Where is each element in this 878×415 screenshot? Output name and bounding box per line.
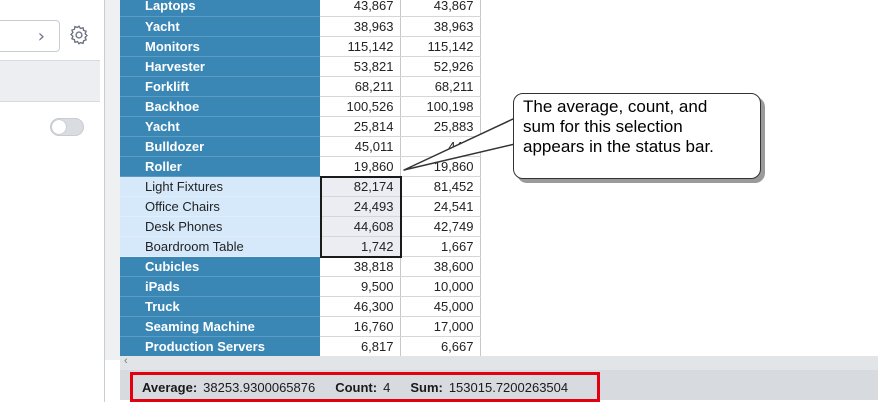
average-label: Average: xyxy=(142,379,198,395)
status-average: Average: 38253.9300065876 xyxy=(142,380,315,395)
value-cell-2[interactable]: 45,000 xyxy=(400,296,481,317)
value-cell-1[interactable]: 43,867 xyxy=(320,0,401,17)
toggle-knob xyxy=(52,120,66,134)
value-cell-1[interactable]: 46,300 xyxy=(320,296,401,317)
value-cell-1[interactable]: 24,493 xyxy=(320,196,401,217)
value-cell-1[interactable]: 19,860 xyxy=(320,156,401,177)
toggle-switch[interactable] xyxy=(50,118,84,136)
item-name-cell[interactable]: Backhoe xyxy=(120,96,320,117)
value-cell-2[interactable]: 38,600 xyxy=(400,256,481,277)
chevron-right-icon[interactable]: › xyxy=(38,26,45,47)
item-name-cell[interactable]: Bulldozer xyxy=(120,136,320,157)
callout-line-2: sum for this selection xyxy=(523,117,683,136)
value-cell-1[interactable]: 100,526 xyxy=(320,96,401,117)
count-value: 4 xyxy=(383,379,391,395)
item-name-cell[interactable]: Forklift xyxy=(120,76,320,97)
value-cell-2[interactable]: 38,963 xyxy=(400,16,481,37)
table-row[interactable]: Office Chairs 24,493 24,541 xyxy=(120,196,481,217)
value-cell-1[interactable]: 45,011 xyxy=(320,136,401,157)
table-row[interactable]: Seaming Machine 16,760 17,000 xyxy=(120,316,481,337)
table-row[interactable]: Backhoe 100,526 100,198 xyxy=(120,96,481,117)
item-name-cell[interactable]: Monitors xyxy=(120,36,320,57)
table-row[interactable]: Yacht 38,963 38,963 xyxy=(120,16,481,37)
value-cell-1[interactable]: 25,814 xyxy=(320,116,401,137)
table-row[interactable]: Light Fixtures 82,174 81,452 xyxy=(120,176,481,197)
value-cell-2[interactable]: 52,926 xyxy=(400,56,481,77)
item-name-cell[interactable]: Truck xyxy=(120,296,320,317)
value-cell-2[interactable]: 43,867 xyxy=(400,0,481,17)
side-panel-band xyxy=(0,60,100,102)
table-row[interactable]: Yacht 25,814 25,883 xyxy=(120,116,481,137)
value-cell-1[interactable]: 16,760 xyxy=(320,316,401,337)
gear-icon[interactable] xyxy=(68,24,90,46)
value-cell-2[interactable]: 19,860 xyxy=(400,156,481,177)
table-row[interactable]: Laptops 43,867 43,867 xyxy=(120,0,481,17)
value-cell-1[interactable]: 38,963 xyxy=(320,16,401,37)
value-cell-2[interactable]: 81,452 xyxy=(400,176,481,197)
item-name-cell[interactable]: Laptops xyxy=(120,0,320,17)
value-cell-1[interactable]: 115,142 xyxy=(320,36,401,57)
item-name-cell[interactable]: Desk Phones xyxy=(120,216,320,237)
table-row[interactable]: Forklift 68,211 68,211 xyxy=(120,76,481,97)
grid-body: Laptops 43,867 43,867 Yacht 38,963 38,963 Moni… xyxy=(120,0,481,357)
data-grid: Laptops 43,867 43,867 Yacht 38,963 38,963 Moni… xyxy=(120,0,481,357)
value-cell-1[interactable]: 44,608 xyxy=(320,216,401,237)
sum-value: 153015.7200263504 xyxy=(448,379,569,395)
value-cell-2[interactable]: 100,198 xyxy=(400,96,481,117)
value-cell-2[interactable]: 10,000 xyxy=(400,276,481,297)
table-row[interactable]: iPads 9,500 10,000 xyxy=(120,276,481,297)
side-panel: › xyxy=(0,0,105,415)
horizontal-scrollbar[interactable]: ‹ xyxy=(120,355,878,370)
value-cell-1[interactable]: 6,817 xyxy=(320,336,401,357)
item-name-cell[interactable]: Roller xyxy=(120,156,320,177)
table-row[interactable]: Harvester 53,821 52,926 xyxy=(120,56,481,77)
item-name-cell[interactable]: Production Servers xyxy=(120,336,320,357)
callout-line-3: appears in the status bar. xyxy=(523,137,714,156)
row-gutter xyxy=(105,0,120,360)
table-row[interactable]: Bulldozer 45,011 44,8 xyxy=(120,136,481,157)
status-sum: Sum: 153015.7200263504 xyxy=(410,380,568,395)
value-cell-2[interactable]: 115,142 xyxy=(400,36,481,57)
table-row[interactable]: Cubicles 38,818 38,600 xyxy=(120,256,481,277)
table-row[interactable]: Truck 46,300 45,000 xyxy=(120,296,481,317)
count-label: Count: xyxy=(335,379,378,395)
navigation-box[interactable]: › xyxy=(0,20,60,52)
table-row[interactable]: Monitors 115,142 115,142 xyxy=(120,36,481,57)
item-name-cell[interactable]: Cubicles xyxy=(120,256,320,277)
value-cell-2[interactable]: 6,667 xyxy=(400,336,481,357)
table-row[interactable]: Production Servers 6,817 6,667 xyxy=(120,336,481,357)
status-count: Count: 4 xyxy=(335,380,390,395)
callout-bubble: The average, count, and sum for this sel… xyxy=(513,93,761,179)
item-name-cell[interactable]: Seaming Machine xyxy=(120,316,320,337)
scroll-left-icon[interactable]: ‹ xyxy=(124,355,128,367)
sum-label: Sum: xyxy=(410,379,443,395)
value-cell-2[interactable]: 24,541 xyxy=(400,196,481,217)
value-cell-2[interactable]: 44,8 xyxy=(400,136,481,157)
page-bottom xyxy=(0,402,878,415)
table-row[interactable]: Desk Phones 44,608 42,749 xyxy=(120,216,481,237)
value-cell-1[interactable]: 53,821 xyxy=(320,56,401,77)
value-cell-2[interactable]: 1,667 xyxy=(400,236,481,257)
value-cell-2[interactable]: 42,749 xyxy=(400,216,481,237)
status-summary: Average: 38253.9300065876 Count: 4 Sum: 153… xyxy=(130,372,600,402)
item-name-cell[interactable]: iPads xyxy=(120,276,320,297)
value-cell-2[interactable]: 25,883 xyxy=(400,116,481,137)
item-name-cell[interactable]: Harvester xyxy=(120,56,320,77)
value-cell-1[interactable]: 9,500 xyxy=(320,276,401,297)
item-name-cell[interactable]: Light Fixtures xyxy=(120,176,320,197)
table-row[interactable]: Boardroom Table 1,742 1,667 xyxy=(120,236,481,257)
value-cell-2[interactable]: 68,211 xyxy=(400,76,481,97)
item-name-cell[interactable]: Boardroom Table xyxy=(120,236,320,257)
value-cell-1[interactable]: 1,742 xyxy=(320,236,401,257)
value-cell-1[interactable]: 82,174 xyxy=(320,176,401,197)
item-name-cell[interactable]: Yacht xyxy=(120,16,320,37)
value-cell-2[interactable]: 17,000 xyxy=(400,316,481,337)
average-value: 38253.9300065876 xyxy=(203,379,316,395)
item-name-cell[interactable]: Office Chairs xyxy=(120,196,320,217)
value-cell-1[interactable]: 38,818 xyxy=(320,256,401,277)
callout-line-1: The average, count, and xyxy=(523,97,708,116)
table-row[interactable]: Roller 19,860 19,860 xyxy=(120,156,481,177)
item-name-cell[interactable]: Yacht xyxy=(120,116,320,137)
value-cell-1[interactable]: 68,211 xyxy=(320,76,401,97)
